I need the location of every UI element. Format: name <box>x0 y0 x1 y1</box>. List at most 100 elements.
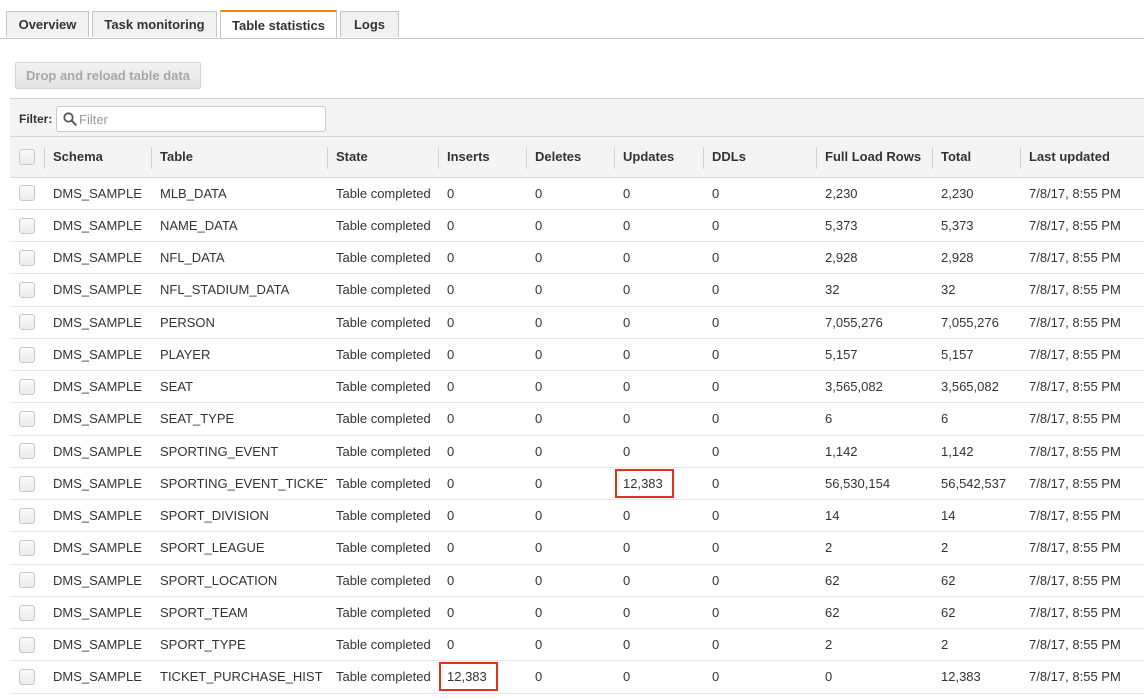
cell-value: DMS_SAMPLE <box>53 508 142 524</box>
filter-input[interactable] <box>79 110 319 128</box>
cell-value: 0 <box>712 411 720 427</box>
column-header-label: Updates <box>623 149 675 165</box>
cell-full-load-rows: 5,157 <box>816 338 932 372</box>
tab-label: Task monitoring <box>104 17 205 32</box>
row-checkbox[interactable] <box>19 572 35 589</box>
cell-value: DMS_SAMPLE <box>53 346 142 362</box>
cell-value: 2 <box>941 540 949 556</box>
column-header-deletes[interactable]: Deletes <box>526 137 614 178</box>
cell-value: 0 <box>535 637 543 653</box>
cell-table: SEAT <box>151 370 327 404</box>
cell-total: 1,142 <box>932 435 1020 468</box>
row-checkbox[interactable] <box>19 346 35 363</box>
row-checkbox[interactable] <box>19 282 35 299</box>
row-checkbox[interactable] <box>19 604 35 621</box>
cell-inserts: 0 <box>438 338 526 372</box>
cell-updates: 0 <box>614 273 703 307</box>
cell-table: NFL_STADIUM_DATA <box>151 273 327 307</box>
column-divider <box>438 147 439 169</box>
cell-value: SPORT_TYPE <box>160 637 246 653</box>
row-checkbox[interactable] <box>19 314 35 331</box>
table-row[interactable]: DMS_SAMPLE NAME_DATA Table completed 0 0 0 0 5,… <box>10 209 1144 243</box>
column-header-inserts[interactable]: Inserts <box>438 137 526 178</box>
cell-schema: DMS_SAMPLE <box>44 241 151 275</box>
row-checkbox[interactable] <box>19 185 35 202</box>
row-checkbox[interactable] <box>19 443 35 460</box>
cell-value: 0 <box>447 475 455 491</box>
cell-value: SPORT_DIVISION <box>160 508 269 524</box>
cell-value: 7/8/17, 8:55 PM <box>1029 475 1121 491</box>
table-row[interactable]: DMS_SAMPLE TICKET_PURCHASE_HIST Table comp… <box>10 660 1144 694</box>
cell-last-updated: 7/8/17, 8:55 PM <box>1020 499 1144 533</box>
cell-value: 7/8/17, 8:55 PM <box>1029 540 1121 556</box>
cell-value: 0 <box>623 379 631 395</box>
cell-schema: DMS_SAMPLE <box>44 306 151 339</box>
cell-value: 0 <box>623 443 631 459</box>
row-select-cell <box>10 209 44 243</box>
row-checkbox[interactable] <box>19 669 35 686</box>
tab-bar: Overview Task monitoring Table statistic… <box>0 0 1144 39</box>
cell-last-updated: 7/8/17, 8:55 PM <box>1020 177 1144 210</box>
cell-value: DMS_SAMPLE <box>53 572 142 588</box>
row-checkbox[interactable] <box>19 378 35 395</box>
cell-value: SEAT_TYPE <box>160 411 235 427</box>
cell-inserts: 0 <box>438 596 526 630</box>
table-row[interactable]: DMS_SAMPLE PLAYER Table completed 0 0 0 0 5,157… <box>10 338 1144 372</box>
tab-task-monitoring[interactable]: Task monitoring <box>92 11 217 37</box>
table-row[interactable]: DMS_SAMPLE PERSON Table completed 0 0 0 0 7,055… <box>10 306 1144 339</box>
table-row[interactable]: DMS_SAMPLE SPORT_DIVISION Table completed 0… <box>10 499 1144 533</box>
select-all-checkbox[interactable] <box>19 149 35 166</box>
tab-logs[interactable]: Logs <box>340 11 399 37</box>
table-row[interactable]: DMS_SAMPLE NFL_DATA Table completed 0 0 0 0 2,9… <box>10 241 1144 275</box>
row-select-cell <box>10 338 44 372</box>
cell-value: 62 <box>825 604 840 620</box>
row-checkbox[interactable] <box>19 540 35 557</box>
cell-value: DMS_SAMPLE <box>53 379 142 395</box>
cell-value: 5,157 <box>941 346 974 362</box>
column-header-schema[interactable]: Schema <box>44 137 151 178</box>
column-header-state[interactable]: State <box>327 137 438 178</box>
column-header-total[interactable]: Total <box>932 137 1020 178</box>
table-row[interactable]: DMS_SAMPLE SPORT_TEAM Table completed 0 0 0 0 6… <box>10 596 1144 630</box>
drop-reload-button[interactable]: Drop and reload table data <box>15 62 201 89</box>
tab-overview[interactable]: Overview <box>6 11 89 37</box>
row-select-cell <box>10 370 44 404</box>
table-row[interactable]: DMS_SAMPLE SPORTING_EVENT_TICKET Table com… <box>10 467 1144 501</box>
column-header-last-updated[interactable]: Last updated <box>1020 137 1144 178</box>
cell-schema: DMS_SAMPLE <box>44 177 151 210</box>
column-header-full-load-rows[interactable]: Full Load Rows <box>816 137 932 178</box>
row-checkbox[interactable] <box>19 217 35 234</box>
filter-box[interactable] <box>56 106 326 132</box>
row-checkbox[interactable] <box>19 411 35 428</box>
cell-inserts: 0 <box>438 370 526 404</box>
row-checkbox[interactable] <box>19 636 35 653</box>
row-checkbox[interactable] <box>19 475 35 492</box>
cell-full-load-rows: 2 <box>816 628 932 662</box>
cell-state: Table completed <box>327 306 438 339</box>
cell-value: 7/8/17, 8:55 PM <box>1029 282 1121 298</box>
row-checkbox[interactable] <box>19 249 35 266</box>
cell-value: 0 <box>447 604 455 620</box>
cell-value: 7/8/17, 8:55 PM <box>1029 669 1121 685</box>
column-header-table[interactable]: Table <box>151 137 327 178</box>
table-row[interactable]: DMS_SAMPLE SEAT_TYPE Table completed 0 0 0 0 6 6… <box>10 402 1144 436</box>
row-checkbox[interactable] <box>19 507 35 524</box>
table-row[interactable]: DMS_SAMPLE SEAT Table completed 0 0 0 0 3,565,0… <box>10 370 1144 404</box>
cell-ddls: 0 <box>703 628 816 662</box>
table-row[interactable]: DMS_SAMPLE SPORT_TYPE Table completed 0 0 0 0 2… <box>10 628 1144 662</box>
table-row[interactable]: DMS_SAMPLE SPORT_LEAGUE Table completed 0 0 0… <box>10 531 1144 565</box>
table-row[interactable]: DMS_SAMPLE NFL_STADIUM_DATA Table complete… <box>10 273 1144 307</box>
table-row[interactable]: DMS_SAMPLE MLB_DATA Table completed 0 0 0 0 2,2… <box>10 177 1144 210</box>
cell-last-updated: 7/8/17, 8:55 PM <box>1020 628 1144 662</box>
tab-table-statistics[interactable]: Table statistics <box>220 10 337 38</box>
cell-full-load-rows: 32 <box>816 273 932 307</box>
cell-table: SPORTING_EVENT_TICKET <box>151 467 327 501</box>
table-row[interactable]: DMS_SAMPLE SPORT_LOCATION Table completed 0… <box>10 564 1144 597</box>
cell-value: 7/8/17, 8:55 PM <box>1029 637 1121 653</box>
cell-total: 62 <box>932 596 1020 630</box>
column-header-ddls[interactable]: DDLs <box>703 137 816 178</box>
cell-state: Table completed <box>327 660 438 694</box>
cell-deletes: 0 <box>526 273 614 307</box>
table-row[interactable]: DMS_SAMPLE SPORTING_EVENT Table completed 0… <box>10 435 1144 468</box>
column-header-updates[interactable]: Updates <box>614 137 703 178</box>
